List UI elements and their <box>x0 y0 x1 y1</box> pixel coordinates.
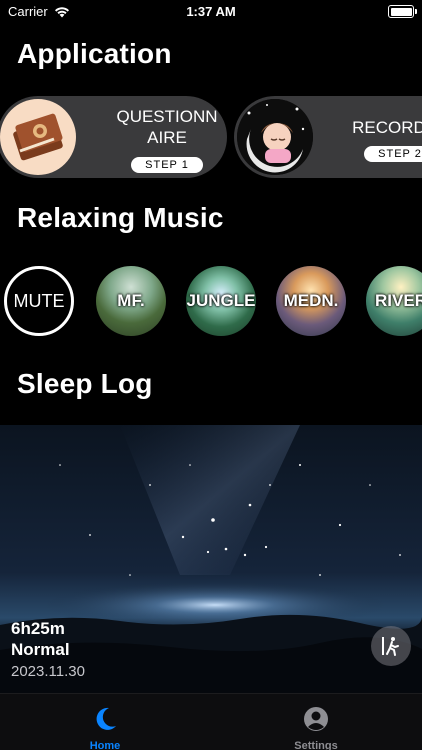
sleep-duration: 6h25m <box>11 619 65 638</box>
questionnaire-book-image <box>0 99 76 175</box>
person-circle-icon <box>304 707 328 731</box>
moon-icon <box>96 707 116 730</box>
tab-settings-label: Settings <box>294 740 338 750</box>
status-bar: Carrier 1:37 AM <box>0 0 422 24</box>
tab-home-label: Home <box>89 740 121 750</box>
sleep-date: 2023.11.30 <box>11 663 85 680</box>
music-river-button[interactable]: RIVER <box>366 266 422 336</box>
step-badge: STEP 1 <box>131 157 203 173</box>
music-carousel[interactable]: MUTE MF. JUNGLE MEDN. RIVER <box>0 266 422 338</box>
section-title-application: Application <box>17 38 172 69</box>
application-carousel[interactable]: QUESTIONN AIRE STEP 1 RECORD STEP 2 <box>0 96 422 178</box>
tab-bar: Home Settings <box>0 693 422 750</box>
sleep-log-card[interactable]: 6h25m Normal 2023.11.30 <box>0 425 422 693</box>
wake-up-button[interactable] <box>371 626 411 666</box>
music-mute-button[interactable]: MUTE <box>4 266 74 336</box>
status-time: 1:37 AM <box>186 4 236 19</box>
sleep-quality: Normal <box>11 640 70 659</box>
app-card-questionnaire[interactable]: QUESTIONN AIRE STEP 1 <box>0 96 227 178</box>
app-card-label: QUESTIONN AIRE <box>116 107 218 147</box>
music-jungle-button[interactable]: JUNGLE <box>186 266 256 336</box>
record-sleeping-girl-image <box>237 99 313 175</box>
music-medn-button[interactable]: MEDN. <box>276 266 346 336</box>
sleep-log-info: 6h25m Normal 2023.11.30 <box>11 619 85 680</box>
battery-icon <box>388 5 417 18</box>
tab-home[interactable]: Home <box>55 706 155 750</box>
section-title-sleep-log: Sleep Log <box>17 368 153 399</box>
step-badge: STEP 2 <box>364 146 422 162</box>
tab-settings[interactable]: Settings <box>266 706 366 750</box>
music-mf-button[interactable]: MF. <box>96 266 166 336</box>
app-card-record[interactable]: RECORD STEP 2 <box>234 96 422 178</box>
app-card-label: RECORD <box>352 118 422 137</box>
section-title-relaxing-music: Relaxing Music <box>17 202 224 233</box>
walk-out-icon <box>382 637 399 656</box>
